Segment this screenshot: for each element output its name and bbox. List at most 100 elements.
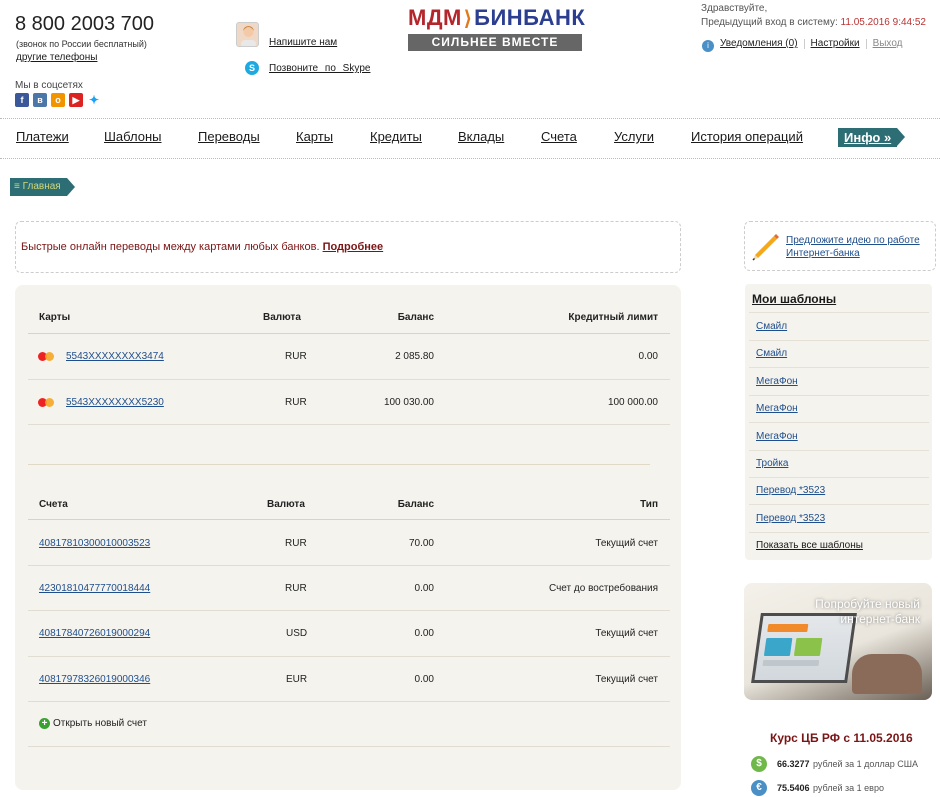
skype-icon: S	[245, 61, 259, 75]
last-login: Предыдущий вход в систему: 11.05.2016 9:…	[701, 17, 926, 28]
skype-call-link[interactable]: Позвоните по Skype	[269, 63, 370, 74]
account-number-link[interactable]: 40817978326019000346	[39, 674, 150, 685]
account-balance: 0.00	[414, 583, 434, 594]
notifications-icon: i	[702, 40, 714, 52]
row-divider	[28, 565, 670, 566]
template-link[interactable]: МегаФон	[756, 431, 798, 442]
mastercard-icon	[38, 351, 56, 362]
breadcrumb-home: Главная	[22, 181, 61, 192]
divider	[749, 367, 929, 368]
youtube-icon[interactable]: ▶	[69, 93, 83, 107]
account-balance: 70.00	[408, 538, 434, 549]
account-number-link[interactable]: 40817810300010003523	[39, 538, 150, 549]
promo-message: Быстрые онлайн переводы между картами лю…	[21, 241, 320, 253]
account-type: Текущий счет	[595, 538, 658, 549]
account-type: Счет до востребования	[548, 583, 658, 594]
logo-binbank-text: БИНБАНК	[474, 5, 586, 30]
divider	[749, 312, 929, 313]
templates-title[interactable]: Мои шаблоны	[752, 292, 836, 306]
notifications-link[interactable]: Уведомления (0)	[720, 38, 798, 49]
bank-logo[interactable]: МДМ ⟩ БИНБАНК СИЛЬНЕЕ ВМЕСТЕ	[408, 5, 586, 51]
template-link[interactable]: Смайл	[756, 321, 787, 332]
card-balance: 2 085.80	[395, 351, 434, 362]
write-us-link[interactable]: Напишите нам	[269, 37, 337, 48]
template-link[interactable]: МегаФон	[756, 403, 798, 414]
promo-text: Быстрые онлайн переводы между картами лю…	[21, 241, 383, 253]
card-balance: 100 030.00	[383, 397, 434, 408]
accounts-header-line	[28, 519, 670, 520]
template-link[interactable]: Тройка	[756, 458, 788, 469]
divider	[803, 38, 805, 49]
account-type: Текущий счет	[595, 628, 658, 639]
hand-image	[852, 654, 922, 694]
support-avatar-icon	[236, 22, 259, 47]
card-number-link[interactable]: 5543XXXXXXXX3474	[66, 351, 164, 362]
eur-rate-value: 75.5406	[777, 783, 810, 793]
new-internet-bank-banner[interactable]: Попробуйте новый интернет-банк	[744, 583, 932, 700]
account-number-link[interactable]: 40817840726019000294	[39, 628, 150, 639]
cards-col-currency: Валюта	[263, 312, 301, 323]
usd-rate-value: 66.3277	[777, 759, 810, 769]
nav-divider-top	[0, 118, 940, 119]
template-link[interactable]: Перевод *3523	[756, 485, 825, 496]
greeting: Здравствуйте,	[701, 3, 768, 14]
nav-accounts[interactable]: Счета	[541, 129, 577, 144]
open-account-link[interactable]: Открыть новый счет	[53, 718, 147, 729]
nav-info-button[interactable]: Инфо »	[838, 128, 906, 147]
twitter-icon[interactable]: ✦	[87, 93, 101, 107]
nav-deposits[interactable]: Вклады	[458, 129, 504, 144]
vkontakte-icon[interactable]: в	[33, 93, 47, 107]
account-balance: 0.00	[414, 628, 434, 639]
nav-history[interactable]: История операций	[691, 129, 803, 144]
cards-col-limit: Кредитный лимит	[568, 312, 658, 323]
logout-link[interactable]: Выход	[873, 38, 903, 49]
promo-more-link[interactable]: Подробнее	[323, 241, 384, 253]
pencil-icon	[752, 231, 780, 266]
nav-services[interactable]: Услуги	[614, 129, 654, 144]
account-links: Уведомления (0) Настройки Выход	[720, 38, 903, 49]
plus-icon: +	[39, 718, 50, 729]
divider	[749, 477, 929, 478]
nav-credits[interactable]: Кредиты	[370, 129, 422, 144]
card-limit: 100 000.00	[607, 397, 658, 408]
row-divider	[28, 610, 670, 611]
template-link[interactable]: Смайл	[756, 348, 787, 359]
nav-cards[interactable]: Карты	[296, 129, 333, 144]
logo-slogan: СИЛЬНЕЕ ВМЕСТЕ	[408, 34, 582, 51]
suggest-idea-link[interactable]: Предложите идею по работе Интернет-банка	[786, 234, 931, 260]
nav-payments[interactable]: Платежи	[16, 129, 69, 144]
divider	[865, 38, 867, 49]
card-number-link[interactable]: 5543XXXXXXXX5230	[66, 397, 164, 408]
account-currency: USD	[286, 628, 308, 639]
nav-transfers[interactable]: Переводы	[198, 129, 260, 144]
row-divider	[28, 701, 670, 702]
divider	[749, 340, 929, 341]
facebook-icon[interactable]: f	[15, 93, 29, 107]
settings-link[interactable]: Настройки	[811, 38, 860, 49]
account-currency: RUR	[285, 538, 307, 549]
nav-templates[interactable]: Шаблоны	[104, 129, 162, 144]
banner-text: Попробуйте новый интернет-банк	[815, 597, 920, 626]
logo-chevron-icon: ⟩	[463, 7, 473, 30]
last-login-label: Предыдущий вход в систему:	[701, 17, 838, 28]
accounts-col-account: Счета	[39, 499, 68, 510]
dollar-coin-icon: $	[751, 756, 767, 772]
row-divider	[28, 656, 670, 657]
cards-col-balance: Баланс	[397, 312, 434, 323]
social-label: Мы в соцсетях	[15, 80, 83, 91]
template-link[interactable]: МегаФон	[756, 376, 798, 387]
last-login-value: 11.05.2016 9:44:52	[840, 17, 926, 28]
cards-header-line	[28, 333, 670, 334]
nav-divider-bottom	[0, 158, 940, 159]
account-number-link[interactable]: 42301810477770018444	[39, 583, 150, 594]
divider	[749, 450, 929, 451]
other-phones-link[interactable]: другие телефоны	[16, 52, 97, 63]
breadcrumb[interactable]: ≡ Главная	[10, 178, 75, 196]
template-link[interactable]: Перевод *3523	[756, 513, 825, 524]
euro-coin-icon: €	[751, 780, 767, 796]
show-all-templates-link[interactable]: Показать все шаблоны	[756, 540, 863, 551]
menu-lines-icon: ≡	[14, 181, 20, 192]
mastercard-icon	[38, 397, 56, 408]
accounts-col-currency: Валюта	[267, 499, 305, 510]
odnoklassniki-icon[interactable]: о	[51, 93, 65, 107]
